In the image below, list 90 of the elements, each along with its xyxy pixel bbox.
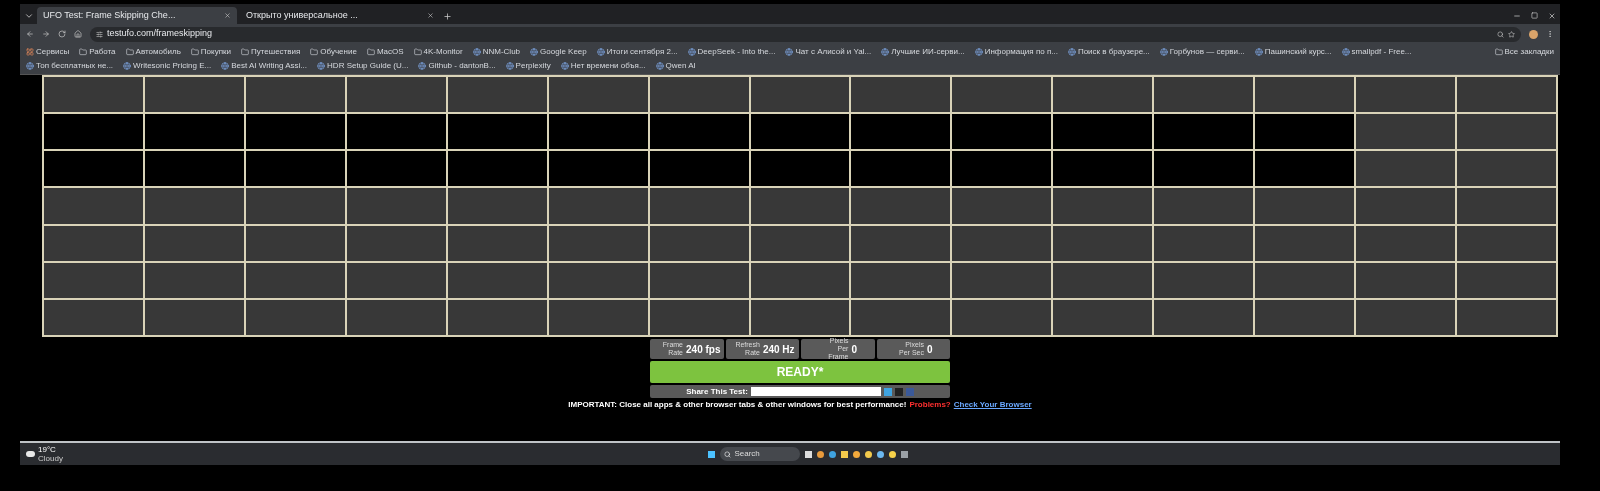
menu-icon[interactable] xyxy=(1546,30,1554,38)
tab-list-icon[interactable] xyxy=(24,11,34,21)
search-icon xyxy=(724,450,732,458)
maximize-icon[interactable] xyxy=(1531,12,1538,19)
folder-icon xyxy=(240,48,249,56)
bookmark-link[interactable]: Путешествия xyxy=(250,46,301,58)
bookmark-link[interactable]: Сервисы xyxy=(36,46,70,58)
bookmark-link[interactable]: Github - dantonB... xyxy=(428,60,496,72)
bookmark-link[interactable]: smallpdf - Free... xyxy=(1351,46,1412,58)
bookmark-link[interactable]: 4K-Monitor xyxy=(423,46,463,58)
bookmark-link[interactable]: Best AI Writing Assi... xyxy=(231,60,308,72)
bookmark-link[interactable]: Работа xyxy=(89,46,116,58)
globe-icon xyxy=(881,48,890,56)
bookmark-link[interactable]: HDR Setup Guide (U... xyxy=(327,60,409,72)
globe-icon xyxy=(1067,48,1076,56)
bookmark-link[interactable]: Информация по п... xyxy=(984,46,1058,58)
bookmark-link[interactable]: Пашинский курс... xyxy=(1264,46,1332,58)
star-icon[interactable] xyxy=(1508,30,1515,38)
temperature-text: 19°C xyxy=(38,445,57,454)
bookmark-link[interactable]: Google Keep xyxy=(540,46,587,58)
site-settings-icon[interactable] xyxy=(96,30,103,38)
folder-icon xyxy=(413,48,422,56)
globe-icon xyxy=(1254,48,1263,56)
bookmark-link[interactable]: Нет времени объя... xyxy=(570,60,646,72)
globe-icon xyxy=(655,62,664,70)
minimize-icon[interactable] xyxy=(1513,12,1521,20)
globe-icon xyxy=(505,62,514,70)
browser-tab[interactable]: UFO Test: Frame Skipping Che... xyxy=(37,7,237,24)
check-browser-link[interactable]: Check Your Browser xyxy=(953,399,1032,411)
folder-icon xyxy=(79,48,88,56)
globe-icon xyxy=(687,48,696,56)
bookmark-link[interactable]: MacOS xyxy=(376,46,404,58)
stat-value: 240 fps xyxy=(686,342,721,357)
notice-text: IMPORTANT: Close all apps & other browser tabs & other windows for best performance! xyxy=(568,399,907,411)
folder-icon xyxy=(366,48,375,56)
share-label: Share This Test: xyxy=(686,385,748,398)
globe-icon xyxy=(123,62,132,70)
stat-value: 240 Hz xyxy=(762,342,795,357)
reload-icon[interactable] xyxy=(58,30,66,38)
bookmark-link[interactable]: Чат с Алисой и Yal... xyxy=(795,46,872,58)
globe-icon xyxy=(26,62,34,70)
weather-condition: Cloudy xyxy=(38,454,63,463)
browser-tab[interactable]: Открыто универсальное ... xyxy=(240,7,440,24)
bookmark-link[interactable]: Автомобиль xyxy=(135,46,181,58)
stat-value: 0 xyxy=(926,342,933,357)
globe-icon xyxy=(1159,48,1168,56)
address-bar[interactable]: testufo.com/frameskipping xyxy=(90,26,1521,42)
bookmark-link[interactable]: Топ бесплатных не... xyxy=(36,60,114,72)
forward-icon[interactable] xyxy=(42,30,50,38)
globe-icon xyxy=(472,48,481,56)
globe-icon xyxy=(1341,48,1350,56)
cloud-icon[interactable] xyxy=(26,451,35,457)
bookmark-link[interactable]: Qwen AI xyxy=(665,60,696,72)
status-bar: READY* xyxy=(650,361,950,383)
folder-icon xyxy=(1494,48,1503,56)
bookmark-link[interactable]: NNM-Club xyxy=(482,46,521,58)
close-icon[interactable] xyxy=(1548,12,1556,20)
globe-icon xyxy=(530,48,539,56)
bookmark-link[interactable]: Perplexity xyxy=(515,60,551,72)
close-icon[interactable] xyxy=(224,12,231,19)
stat-value: 0 xyxy=(851,342,858,357)
new-tab-icon[interactable] xyxy=(443,12,452,21)
bookmark-link[interactable]: Итоги сентября 2... xyxy=(606,46,678,58)
globe-icon xyxy=(560,62,569,70)
all-bookmarks-link[interactable]: Все закладки xyxy=(1504,46,1554,58)
bookmark-link[interactable]: Лучшие ИИ-серви... xyxy=(891,46,965,58)
apps-icon xyxy=(26,48,34,56)
profile-avatar[interactable] xyxy=(1529,29,1538,39)
bookmark-link[interactable]: Обучение xyxy=(320,46,357,58)
folder-icon xyxy=(190,48,199,56)
share-url-field[interactable] xyxy=(750,387,881,396)
folder-icon xyxy=(125,48,134,56)
globe-icon xyxy=(221,62,230,70)
globe-icon xyxy=(974,48,983,56)
globe-icon xyxy=(418,62,427,70)
back-icon[interactable] xyxy=(26,30,34,38)
bookmark-link[interactable]: DeepSeek - Into the... xyxy=(697,46,776,58)
globe-icon xyxy=(596,48,605,56)
bookmark-link[interactable]: Writesonic Pricing E... xyxy=(133,60,212,72)
bookmark-link[interactable]: Покупки xyxy=(200,46,231,58)
home-icon[interactable] xyxy=(74,30,82,38)
problems-link[interactable]: Problems? xyxy=(909,399,951,411)
search-icon[interactable] xyxy=(1497,30,1504,38)
globe-icon xyxy=(317,62,326,70)
folder-icon xyxy=(310,48,319,56)
bookmark-link[interactable]: Горбунов — серви... xyxy=(1169,46,1245,58)
close-icon[interactable] xyxy=(427,12,434,19)
search-field[interactable]: Search xyxy=(720,447,801,461)
bookmark-link[interactable]: Поиск в браузере... xyxy=(1077,46,1150,58)
globe-icon xyxy=(785,48,794,56)
